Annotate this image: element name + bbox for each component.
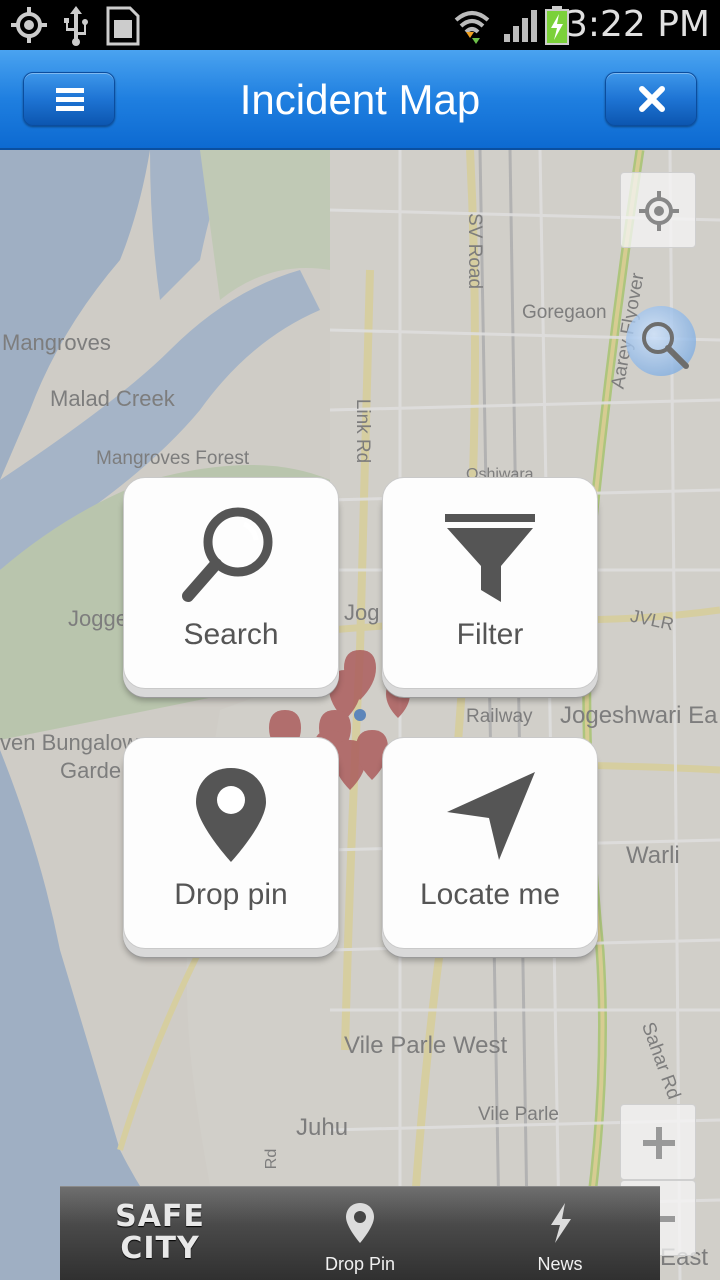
locate-me-label: Locate me <box>419 878 561 911</box>
close-x-icon <box>638 85 666 118</box>
signal-icon <box>502 6 540 49</box>
clock: 3:22 PM <box>564 4 710 45</box>
search-button[interactable]: Search <box>123 477 339 689</box>
map-overlay <box>0 150 720 1280</box>
filter-button[interactable]: Filter <box>382 477 598 689</box>
map-pin-icon <box>124 760 338 870</box>
map-pin-icon <box>343 1203 377 1249</box>
zoom-in-button[interactable] <box>620 1104 696 1180</box>
drop-pin-button[interactable]: Drop pin <box>123 737 339 949</box>
lightning-icon <box>545 1203 575 1249</box>
tab-news-label: News <box>537 1254 583 1274</box>
incident-map[interactable]: Mangroves Malad Creek Mangroves Forest S… <box>0 150 720 1280</box>
gps-icon <box>10 6 48 49</box>
close-button[interactable] <box>605 72 697 126</box>
tab-drop-pin[interactable]: Drop Pin <box>300 1201 420 1275</box>
safe-city-logo[interactable]: SAFE CITY <box>100 1201 220 1265</box>
funnel-icon <box>383 500 597 610</box>
tab-drop-pin-label: Drop Pin <box>324 1254 396 1274</box>
my-location-button[interactable] <box>620 172 696 248</box>
page-title: Incident Map <box>239 76 481 123</box>
menu-button[interactable] <box>23 72 115 126</box>
usb-icon <box>60 6 92 51</box>
status-bar: 3:22 PM <box>0 0 720 50</box>
sd-card-icon <box>106 6 140 51</box>
locate-me-button[interactable]: Locate me <box>382 737 598 949</box>
app-header: Incident Map <box>0 50 720 150</box>
filter-label: Filter <box>456 618 524 651</box>
hamburger-menu-icon <box>56 86 84 119</box>
tab-news[interactable]: News <box>500 1201 620 1275</box>
magnifier-icon <box>124 500 338 610</box>
bottom-tab-bar: SAFE CITY Drop Pin News <box>60 1186 660 1280</box>
search-label: Search <box>183 618 279 651</box>
drop-pin-label: Drop pin <box>174 878 288 911</box>
navigation-arrow-icon <box>383 760 597 870</box>
map-search-icon[interactable] <box>626 306 696 376</box>
wifi-icon <box>452 6 492 51</box>
